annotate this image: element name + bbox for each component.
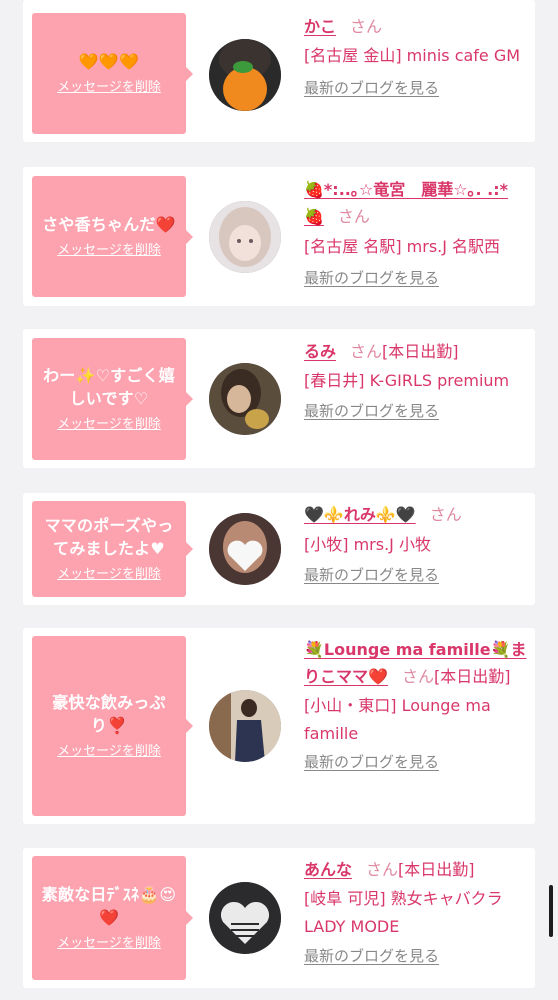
message-bubble: 🧡🧡🧡 メッセージを削除 [32, 13, 193, 134]
cast-name-link[interactable]: 🖤⚜️れみ⚜️🖤 [304, 505, 416, 524]
delete-message-link[interactable]: メッセージを削除 [57, 935, 161, 953]
honorific: さん [401, 667, 434, 686]
honorific: さん [429, 505, 462, 524]
cast-name-link[interactable]: あんな [304, 860, 352, 879]
shop-name: [名古屋 金山] minis cafe GM [304, 46, 521, 65]
avatar[interactable] [209, 363, 281, 435]
message-text: 🧡🧡🧡 [78, 52, 140, 71]
name-line: あんな さん[本日出勤] [304, 856, 529, 883]
honorific: さん [337, 207, 370, 226]
name-line: るみ さん[本日出勤] [304, 338, 529, 365]
shop-name: [小山・東口] Lounge ma famille [304, 696, 491, 743]
shop-name: [名古屋 名駅] mrs.J 名駅西 [304, 237, 501, 256]
cast-info: 🖤⚜️れみ⚜️🖤 さん [小牧] mrs.J 小牧 最新のブログを見る [304, 501, 529, 585]
avatar[interactable] [209, 882, 281, 954]
status-text: [本日出勤] [433, 667, 511, 686]
name-line: かこ さん [304, 13, 529, 40]
avatar[interactable] [209, 201, 281, 273]
message-card: さや香ちゃんだ❤️ メッセージを削除 🍓*:..｡☆竜宮 麗華☆｡. .:* 🍓… [23, 167, 535, 306]
name-line: 🍓*:..｡☆竜宮 麗華☆｡. .:* 🍓 さん [304, 176, 529, 230]
avatar[interactable] [209, 690, 281, 762]
message-text: わー✨♡すごく嬉しいです♡ [43, 366, 175, 408]
shop-name: [小牧] mrs.J 小牧 [304, 535, 431, 554]
latest-blog-link[interactable]: 最新のブログを見る [304, 268, 439, 288]
scrollbar[interactable] [549, 885, 553, 937]
avatar-kimono-icon [209, 690, 281, 762]
avatar[interactable] [209, 513, 281, 585]
message-text: 素敵な日ﾃﾞｽﾈ🎂😍❤️ [41, 885, 177, 927]
latest-blog-link[interactable]: 最新のブログを見る [304, 946, 439, 966]
avatar[interactable] [209, 39, 281, 111]
status-text: [本日出勤] [398, 860, 475, 879]
cast-info: かこ さん [名古屋 金山] minis cafe GM 最新のブログを見る [304, 13, 529, 98]
cast-info: 🍓*:..｡☆竜宮 麗華☆｡. .:* 🍓 さん [名古屋 名駅] mrs.J 名… [304, 176, 529, 288]
delete-message-link[interactable]: メッセージを削除 [57, 79, 161, 97]
latest-blog-link[interactable]: 最新のブログを見る [304, 752, 439, 772]
name-line: 🖤⚜️れみ⚜️🖤 さん [304, 501, 529, 528]
honorific: さん [350, 17, 383, 36]
delete-message-link[interactable]: メッセージを削除 [57, 416, 161, 434]
cast-info: あんな さん[本日出勤] [岐阜 可児] 熟女キャバクラ LADY MODE 最新… [304, 856, 529, 966]
avatar-brown-hair-icon [209, 363, 281, 435]
avatar-dark-heart-icon [209, 882, 281, 954]
status-text: [本日出勤] [382, 342, 459, 361]
cast-name-link[interactable]: るみ [304, 342, 336, 361]
cast-info: るみ さん[本日出勤] [春日井] K-GIRLS premium 最新のブログを… [304, 338, 529, 421]
cast-name-link[interactable]: 🍓*:..｡☆竜宮 麗華☆｡. .:* 🍓 [304, 180, 508, 226]
shop-name: [春日井] K-GIRLS premium [304, 371, 510, 390]
name-line: 💐Lounge ma famille💐まりこママ❤️ さん[本日出勤] [304, 636, 529, 690]
shop-name: [岐阜 可児] 熟女キャバクラ LADY MODE [304, 889, 503, 936]
message-card: 素敵な日ﾃﾞｽﾈ🎂😍❤️ メッセージを削除 あんな さん[本日出勤] [岐阜 可児… [23, 848, 535, 988]
latest-blog-link[interactable]: 最新のブログを見る [304, 78, 439, 98]
delete-message-link[interactable]: メッセージを削除 [57, 242, 161, 260]
message-bubble: わー✨♡すごく嬉しいです♡ メッセージを削除 [32, 338, 193, 460]
message-card: わー✨♡すごく嬉しいです♡ メッセージを削除 るみ さん[本日出勤] [春日井] … [23, 329, 535, 468]
message-bubble: 素敵な日ﾃﾞｽﾈ🎂😍❤️ メッセージを削除 [32, 856, 193, 980]
latest-blog-link[interactable]: 最新のブログを見る [304, 565, 439, 585]
message-bubble: 豪快な飲みっぷり❣️ メッセージを削除 [32, 636, 193, 816]
avatar-orange-emoji-icon [209, 39, 281, 111]
message-text: さや香ちゃんだ❤️ [42, 215, 176, 234]
honorific: さん [350, 342, 383, 361]
avatar-heart-sticker-icon [209, 513, 281, 585]
latest-blog-link[interactable]: 最新のブログを見る [304, 401, 439, 421]
message-bubble: さや香ちゃんだ❤️ メッセージを削除 [32, 176, 193, 297]
delete-message-link[interactable]: メッセージを削除 [57, 566, 161, 584]
message-card: ママのポーズやってみましたよ♥ メッセージを削除 🖤⚜️れみ⚜️🖤 さん [小牧]… [23, 493, 535, 605]
cast-name-link[interactable]: かこ [304, 17, 336, 36]
honorific: さん [366, 860, 399, 879]
avatar-blonde-icon [209, 201, 281, 273]
message-bubble: ママのポーズやってみましたよ♥ メッセージを削除 [32, 501, 193, 597]
message-text: ママのポーズやってみましたよ♥ [44, 516, 174, 558]
delete-message-link[interactable]: メッセージを削除 [57, 743, 161, 761]
cast-info: 💐Lounge ma famille💐まりこママ❤️ さん[本日出勤] [小山・東… [304, 636, 529, 772]
message-card: 豪快な飲みっぷり❣️ メッセージを削除 💐Lounge ma famille💐ま… [23, 628, 535, 824]
message-text: 豪快な飲みっぷり❣️ [52, 693, 166, 735]
message-card: 🧡🧡🧡 メッセージを削除 かこ さん [名古屋 金山] minis cafe GM… [23, 0, 535, 142]
